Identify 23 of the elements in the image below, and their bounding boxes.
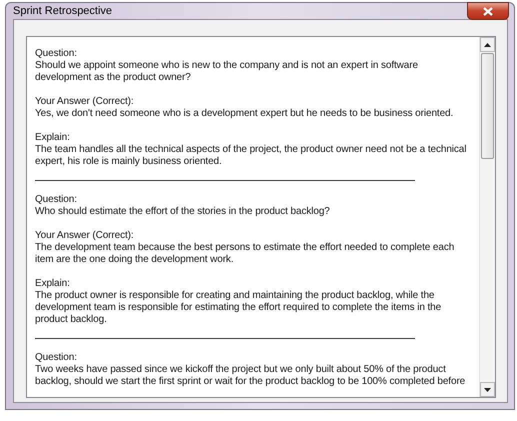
vertical-scrollbar[interactable] bbox=[479, 37, 495, 397]
section-label: Explain: bbox=[35, 132, 71, 144]
section-label: Question: bbox=[35, 194, 78, 206]
section-label: Your Answer (Correct): bbox=[35, 230, 135, 242]
section-text: Two weeks have passed since we kickoff the project but we only built about 50% of the product backlog, should we start the first sprint or wait for the product backlog to be 100% completed before bbox=[35, 364, 466, 388]
close-icon bbox=[483, 6, 493, 16]
scroll-thumb[interactable] bbox=[481, 53, 494, 159]
section-label: Question: bbox=[35, 352, 78, 364]
close-button[interactable] bbox=[467, 2, 509, 20]
section-label: Question: bbox=[35, 48, 78, 60]
scroll-down-button[interactable] bbox=[480, 382, 495, 397]
up-arrow-icon bbox=[484, 42, 491, 46]
section-text: The product owner is responsible for creating and maintaining the product backlog, while the development team is responsible for estimating the effort required to complete the items in the product backlog. bbox=[35, 290, 442, 326]
section-text: Who should estimate the effort of the stories in the product backlog? bbox=[35, 206, 331, 218]
section-text: Should we appoint someone who is new to the company and is not an expert in software development as the product owner? bbox=[35, 60, 419, 84]
down-arrow-icon bbox=[484, 388, 491, 392]
section-label: Explain: bbox=[35, 278, 71, 290]
section-text: The team handles all the technical aspects of the project, the product owner need not be a technical expert, his role is mainly business oriented. bbox=[35, 144, 468, 168]
scroll-up-button[interactable] bbox=[480, 37, 495, 52]
window-title: Sprint Retrospective bbox=[13, 5, 112, 17]
section-text: The development team because the best persons to estimate the effort needed to complete each item are the one doing the development work. bbox=[35, 242, 456, 266]
section-text: Yes, we don't need someone who is a development expert but he needs to be business oriented. bbox=[35, 108, 454, 120]
section-label: Your Answer (Correct): bbox=[35, 96, 135, 108]
